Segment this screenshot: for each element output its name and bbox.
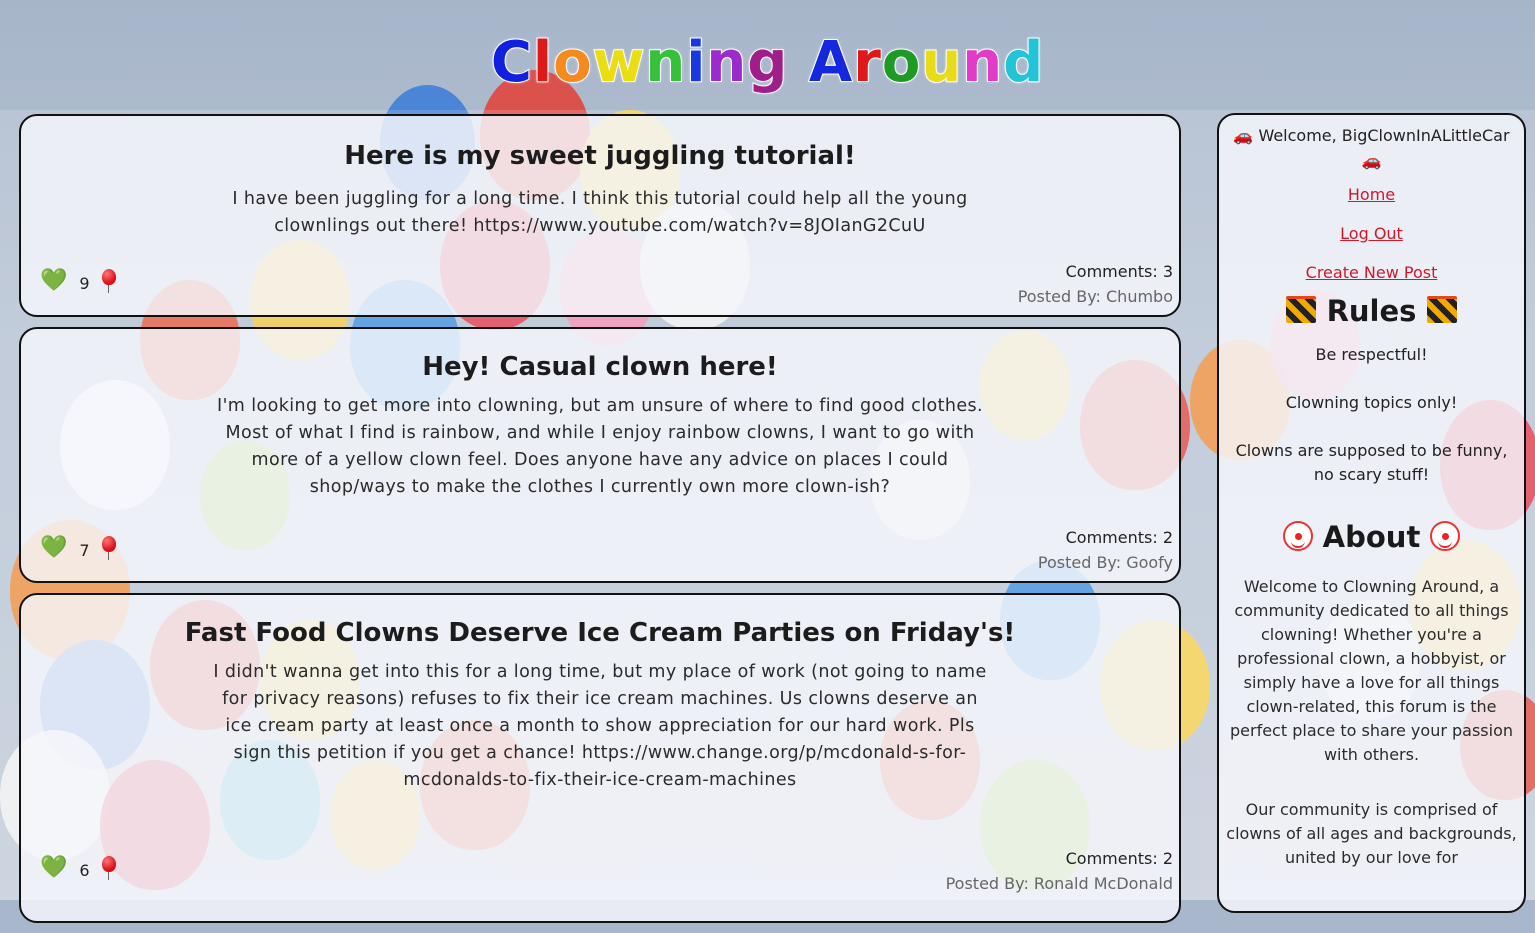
title-letter: g (746, 29, 789, 96)
title-letter: n (644, 29, 687, 96)
about-paragraph: Welcome to Clowning Around, a community … (1230, 577, 1513, 764)
like-count: 6 (79, 861, 90, 880)
welcome-text: Welcome, BigClownInALittleCar (1258, 126, 1510, 145)
rule-item: Be respectful! (1315, 345, 1428, 364)
rule-item: Clowning topics only! (1285, 393, 1458, 412)
title-letter: w (592, 29, 646, 96)
green-heart-icon[interactable]: 💚 (40, 269, 67, 292)
post-title[interactable]: Hey! Casual clown here! (21, 329, 1179, 385)
comment-count[interactable]: Comments: 2 (946, 846, 1173, 871)
post-votes: 💚 6 (40, 855, 118, 880)
red-balloon-icon[interactable] (100, 535, 118, 560)
post-votes: 💚 7 (40, 535, 118, 560)
post-card[interactable]: Fast Food Clowns Deserve Ice Cream Parti… (19, 593, 1181, 923)
car-icon: 🚗 (1361, 151, 1382, 170)
title-letter: d (1002, 29, 1045, 96)
title-letter: o (552, 29, 593, 96)
site-title[interactable]: Clowning Around (0, 25, 1535, 101)
post-title[interactable]: Here is my sweet juggling tutorial! (21, 116, 1179, 174)
rules-heading: Rules (1219, 293, 1524, 329)
green-heart-icon[interactable]: 💚 (40, 536, 67, 559)
red-balloon-icon[interactable] (100, 855, 118, 880)
red-balloon-icon[interactable] (100, 268, 118, 293)
post-author: Posted By: Chumbo (1017, 287, 1173, 306)
title-letter: i (685, 29, 707, 96)
title-letter: A (808, 29, 854, 96)
title-letter: l (532, 29, 554, 96)
comment-count[interactable]: Comments: 2 (1038, 525, 1173, 550)
post-meta: Comments: 2 Posted By: Goofy (1038, 525, 1173, 575)
title-letter: n (705, 29, 748, 96)
create-new-post-link[interactable]: Create New Post (1219, 263, 1524, 283)
rules-list: Be respectful! Clowning topics only! Clo… (1219, 343, 1524, 487)
post-body: I'm looking to get more into clowning, b… (217, 396, 983, 497)
log-out-link[interactable]: Log Out (1219, 224, 1524, 244)
clown-face-icon (1430, 521, 1461, 551)
car-icon: 🚗 (1233, 126, 1254, 145)
post-card[interactable]: Hey! Casual clown here! I'm looking to g… (19, 327, 1181, 583)
rule-item: Clowns are supposed to be funny, no scar… (1235, 441, 1508, 484)
post-author: Posted By: Goofy (1037, 553, 1173, 572)
construction-barrier-icon (1286, 296, 1317, 323)
post-title[interactable]: Fast Food Clowns Deserve Ice Cream Parti… (21, 595, 1179, 651)
like-count: 7 (79, 541, 90, 560)
post-votes: 💚 9 (40, 268, 118, 293)
title-letter: u (920, 29, 963, 96)
sidebar: 🚗 Welcome, BigClownInALittleCar 🚗 Home L… (1217, 113, 1526, 913)
title-letter: C (490, 29, 533, 96)
green-heart-icon[interactable]: 💚 (40, 856, 67, 879)
like-count: 9 (79, 274, 90, 293)
comment-count[interactable]: Comments: 3 (1018, 259, 1173, 284)
title-letter: r (852, 29, 882, 96)
post-meta: Comments: 2 Posted By: Ronald McDonald (946, 846, 1173, 896)
rules-heading-text: Rules (1326, 294, 1417, 328)
post-author: Posted By: Ronald McDonald (945, 874, 1173, 893)
post-card[interactable]: Here is my sweet juggling tutorial! I ha… (19, 114, 1181, 317)
about-paragraph: Our community is comprised of clowns of … (1226, 800, 1517, 867)
clown-face-icon (1282, 521, 1313, 551)
title-letter: n (961, 29, 1004, 96)
about-heading-text: About (1322, 520, 1421, 554)
title-letter: o (881, 29, 922, 96)
post-body: I didn't wanna get into this for a long … (213, 662, 987, 790)
post-meta: Comments: 3 Posted By: Chumbo (1018, 259, 1173, 309)
title-letter (788, 30, 809, 95)
home-link[interactable]: Home (1219, 185, 1524, 205)
post-body: I have been juggling for a long time. I … (232, 189, 968, 236)
welcome-message: 🚗 Welcome, BigClownInALittleCar 🚗 (1225, 123, 1518, 173)
post-feed: Here is my sweet juggling tutorial! I ha… (19, 114, 1181, 933)
about-heading: About (1219, 519, 1524, 555)
construction-barrier-icon (1426, 296, 1457, 323)
